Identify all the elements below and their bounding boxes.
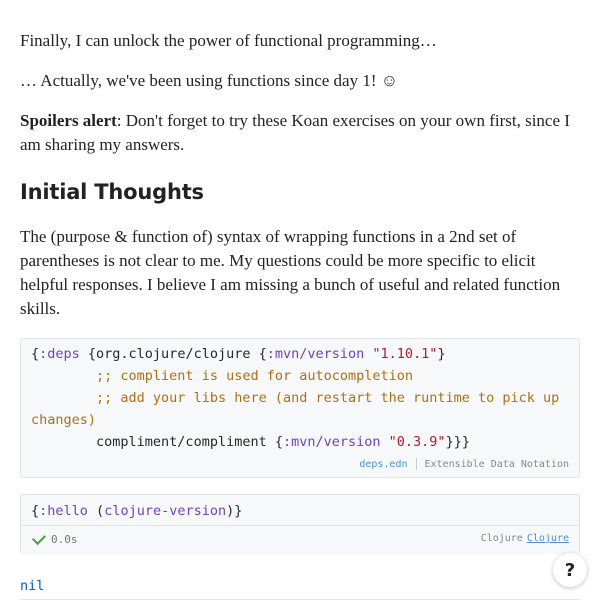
code-cell-hello[interactable]: {:hello (clojure-version)} 0.0s Clojure C…: [20, 494, 580, 554]
code-footer: deps.edn Extensible Data Notation: [359, 458, 569, 470]
check-icon: [31, 530, 47, 546]
format-label: Extensible Data Notation: [424, 458, 570, 470]
code-content[interactable]: {:deps {org.clojure/clojure {:mvn/versio…: [21, 339, 579, 453]
paragraph-spoilers: Spoilers alert: Don't forget to try thes…: [20, 109, 580, 157]
cell-language: Clojure Clojure: [480, 533, 569, 544]
result-value: nil: [20, 578, 45, 594]
paragraph-intro: Finally, I can unlock the power of funct…: [20, 31, 437, 50]
spoilers-label: Spoilers alert: [20, 111, 117, 130]
code-cell-input[interactable]: {:hello (clojure-version)}: [31, 500, 242, 522]
paragraph-actually: … Actually, we've been using functions s…: [20, 71, 399, 90]
language-link[interactable]: Clojure: [527, 533, 569, 544]
cell-result: nil: [20, 575, 580, 600]
code-block-deps[interactable]: {:deps {org.clojure/clojure {:mvn/versio…: [20, 338, 580, 478]
cell-status-bar: 0.0s Clojure Clojure: [21, 525, 579, 554]
eval-time: 0.0s: [51, 533, 78, 546]
filename-link[interactable]: deps.edn: [359, 459, 407, 470]
paragraph-thoughts: The (purpose & function of) syntax of wr…: [20, 227, 561, 318]
footer-divider: [415, 458, 417, 470]
help-button[interactable]: ?: [553, 553, 587, 587]
section-heading: Initial Thoughts: [20, 180, 204, 204]
